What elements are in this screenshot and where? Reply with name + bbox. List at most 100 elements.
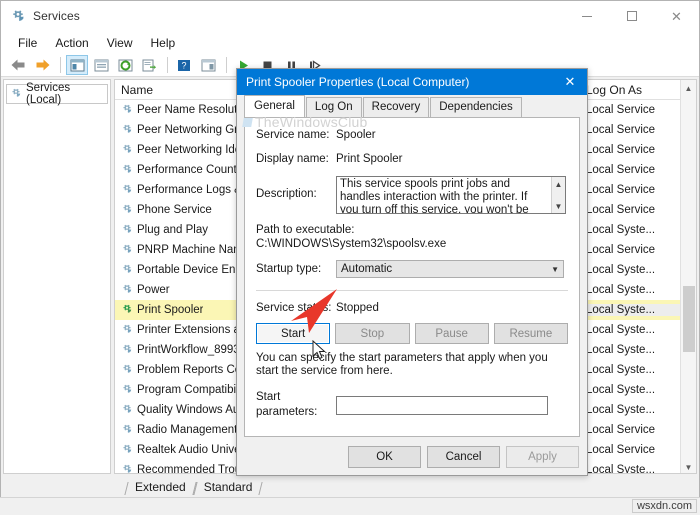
menu-bar: File Action View Help — [1, 31, 699, 54]
maximize-icon[interactable] — [609, 1, 654, 31]
back-arrow-icon[interactable] — [7, 55, 29, 75]
close-icon[interactable]: ✕ — [654, 1, 699, 31]
list-vertical-scrollbar[interactable]: ▲ ▼ — [680, 80, 696, 473]
scroll-down-arrow-icon[interactable]: ▼ — [681, 459, 696, 473]
log-on-as-cell: Local Service — [586, 184, 656, 196]
service-control-buttons: Start Stop Pause Resume — [256, 323, 568, 344]
chevron-down-icon: ▼ — [551, 264, 559, 274]
log-on-as-cell: Local Syste... — [586, 384, 656, 396]
service-name-cell: Problem Reports Cont — [137, 364, 251, 376]
start-button[interactable]: Start — [256, 323, 331, 344]
apply-button: Apply — [506, 446, 579, 468]
toolbar-separator — [226, 57, 227, 73]
menu-view[interactable]: View — [98, 34, 142, 52]
log-on-as-cell: Local Service — [586, 124, 656, 136]
tab-general[interactable]: General — [244, 95, 305, 117]
start-parameters-help-text: You can specify the start parameters tha… — [256, 352, 548, 377]
tree-item-services-local[interactable]: Services (Local) — [6, 82, 108, 106]
resume-button: Resume — [493, 323, 568, 344]
service-name-cell: Print Spooler — [137, 304, 204, 316]
tab-standard[interactable]: Standard — [195, 480, 262, 495]
service-gear-icon — [121, 443, 133, 458]
dialog-title: Print Spooler Properties (Local Computer… — [246, 75, 470, 89]
start-parameters-input[interactable] — [336, 395, 548, 415]
service-name-cell: Power — [137, 284, 170, 296]
service-name-row: Service name: Spooler — [256, 128, 568, 143]
log-on-as-cell: Local Syste... — [586, 464, 656, 474]
description-row: Description: This service spools print j… — [256, 176, 568, 214]
svg-text:?: ? — [181, 60, 186, 70]
tab-dependencies[interactable]: Dependencies — [430, 97, 522, 117]
service-gear-icon — [121, 363, 133, 378]
divider — [256, 290, 568, 291]
service-name-cell: Phone Service — [137, 204, 212, 216]
screen: Services ✕ File Action View Help ? Servi… — [0, 0, 700, 515]
forward-arrow-icon[interactable] — [31, 55, 53, 75]
scroll-up-arrow-icon[interactable]: ▲ — [552, 177, 565, 191]
log-on-as-cell: Local Syste... — [580, 304, 680, 316]
console-tree-pane: Services (Local) — [3, 79, 111, 474]
log-on-as-cell: Local Syste... — [586, 284, 656, 296]
tab-extended[interactable]: Extended — [126, 480, 195, 495]
show-hide-console-tree-icon[interactable] — [66, 55, 88, 75]
dialog-tabs: General Log On Recovery Dependencies — [237, 95, 587, 117]
services-gear-icon — [10, 87, 22, 102]
help-icon[interactable]: ? — [173, 55, 195, 75]
service-gear-icon — [121, 463, 133, 474]
tab-log-on[interactable]: Log On — [305, 97, 362, 117]
log-on-as-cell: Local Service — [586, 244, 656, 256]
print-spooler-properties-dialog: Print Spooler Properties (Local Computer… — [236, 68, 588, 476]
window-titlebar: Services ✕ — [1, 1, 699, 31]
start-parameters-label: Start parameters: — [256, 391, 318, 418]
startup-type-value: Automatic — [341, 263, 393, 275]
menu-file[interactable]: File — [9, 34, 46, 52]
path-to-executable-label: Path to executable: — [256, 224, 355, 236]
display-name-label: Display name: — [256, 153, 329, 165]
service-name-cell: Recommended Troubl — [137, 464, 251, 474]
service-name-cell: Peer Networking Ident — [137, 144, 251, 156]
path-to-executable-value: C:\WINDOWS\System32\spoolsv.exe — [256, 238, 447, 250]
scroll-up-arrow-icon[interactable]: ▲ — [681, 80, 696, 96]
refresh-icon[interactable] — [114, 55, 136, 75]
service-gear-icon — [121, 203, 133, 218]
service-name-cell: Peer Networking Grou — [137, 124, 251, 136]
startup-type-select[interactable]: Automatic ▼ — [336, 260, 564, 278]
description-textarea[interactable]: This service spools print jobs and handl… — [336, 176, 566, 214]
service-gear-icon — [121, 223, 133, 238]
service-name-cell: Program Compatibility — [137, 384, 251, 396]
export-list-icon[interactable] — [138, 55, 160, 75]
watermark-logo-icon — [242, 117, 253, 127]
services-gear-icon — [10, 8, 26, 24]
scroll-down-arrow-icon[interactable]: ▼ — [552, 199, 565, 213]
service-name-value: Spooler — [336, 129, 376, 141]
column-header-log-on-as[interactable]: Log On As — [580, 80, 680, 100]
menu-help[interactable]: Help — [142, 34, 185, 52]
startup-type-row: Startup type: Automatic ▼ — [256, 260, 568, 278]
service-gear-icon — [121, 123, 133, 138]
cancel-button[interactable]: Cancel — [427, 446, 500, 468]
service-name-cell: Performance Counter — [137, 164, 247, 176]
status-strip: wsxdn.com — [0, 497, 700, 515]
service-gear-icon — [121, 163, 133, 178]
scrollbar-thumb[interactable] — [683, 286, 695, 352]
tab-recovery[interactable]: Recovery — [362, 97, 430, 117]
service-name-cell: PNRP Machine Name — [137, 244, 250, 256]
menu-action[interactable]: Action — [46, 34, 97, 52]
properties-icon[interactable] — [90, 55, 112, 75]
close-icon[interactable]: ✕ — [553, 69, 587, 95]
minimize-icon[interactable] — [564, 1, 609, 31]
log-on-as-cell: Local Syste... — [586, 224, 656, 236]
display-name-value: Print Spooler — [336, 153, 403, 165]
service-gear-icon — [121, 283, 133, 298]
dialog-general-panel: Service name: Spooler Display name: Prin… — [242, 114, 580, 437]
log-on-as-cell: Local Service — [586, 164, 656, 176]
service-gear-icon — [121, 423, 133, 438]
ok-button[interactable]: OK — [348, 446, 421, 468]
dialog-footer-buttons: OK Cancel Apply — [348, 446, 579, 468]
service-gear-icon — [121, 303, 133, 318]
description-scrollbar[interactable]: ▲ ▼ — [551, 177, 565, 213]
log-on-as-cell: Local Service — [586, 444, 656, 456]
service-name-cell: Quality Windows Aud — [137, 404, 246, 416]
show-hide-action-pane-icon[interactable] — [197, 55, 219, 75]
service-name-label: Service name: — [256, 129, 330, 141]
